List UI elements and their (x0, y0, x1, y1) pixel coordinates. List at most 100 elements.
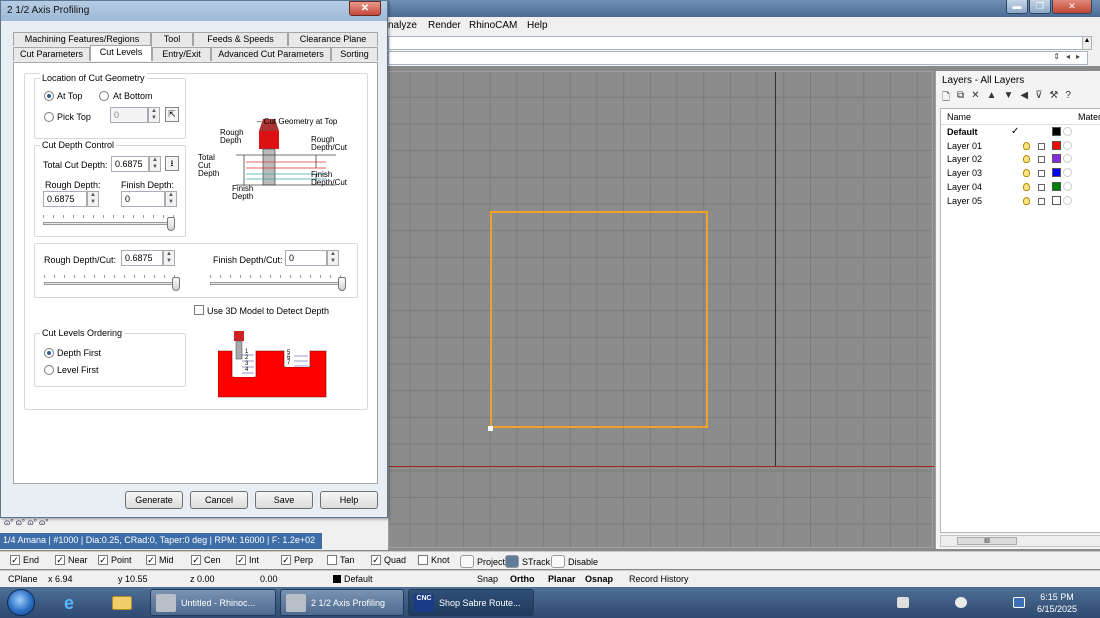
finish-depth-cut-slider[interactable] (210, 271, 346, 291)
command-history[interactable] (388, 36, 1088, 50)
osnap-int[interactable]: ✓ Int (236, 555, 259, 565)
osnap-perp[interactable]: ✓ Perp (281, 555, 313, 565)
visibility-bulb-icon[interactable] (1023, 196, 1030, 205)
osnap-checkbox[interactable]: ✓ (10, 555, 20, 565)
at-bottom-radio[interactable] (99, 91, 109, 101)
slider-thumb[interactable] (167, 217, 175, 231)
toggle-box[interactable] (505, 555, 519, 568)
rough-depth-cut-slider[interactable] (44, 271, 180, 291)
tools-icon[interactable]: ⚒ (1049, 90, 1058, 107)
delete-layer-icon[interactable]: ✕ (971, 90, 979, 107)
visibility-bulb-icon[interactable] (1023, 182, 1030, 191)
unlocked-icon[interactable] (1038, 183, 1045, 191)
toggle-box[interactable] (551, 555, 565, 568)
tab-cut-levels[interactable]: Cut Levels (90, 45, 152, 61)
layer-row[interactable]: Layer 04 (941, 181, 1100, 194)
toggle-box[interactable] (460, 555, 474, 568)
taskbar-rhino[interactable]: Untitled - Rhinoc... (150, 589, 276, 616)
cancel-button[interactable]: Cancel (190, 491, 248, 509)
pick-top-stepper[interactable]: ▲ ▼ (148, 107, 160, 123)
finish-depth-stepper[interactable]: ▲ ▼ (165, 191, 177, 207)
visibility-bulb-icon[interactable] (1023, 155, 1030, 164)
new-layer-icon[interactable]: 🗋 (942, 90, 950, 107)
internet-explorer-pin[interactable]: e (50, 589, 92, 616)
command-scrollbar[interactable]: ▲ (1082, 36, 1092, 50)
rough-depth-field[interactable]: 0.6875 (43, 191, 87, 207)
move-parent-icon[interactable]: ◀ (1020, 90, 1028, 107)
tab-entry-exit[interactable]: Entry/Exit (152, 47, 211, 61)
pick-cursor-icon[interactable]: ⇱ (165, 107, 179, 122)
start-button[interactable] (7, 589, 35, 616)
close-icon[interactable]: ✕ (1052, 0, 1092, 14)
tab-advanced-cut-parameters[interactable]: Advanced Cut Parameters (211, 47, 331, 61)
save-button[interactable]: Save (255, 491, 313, 509)
menu-render[interactable]: Render (428, 20, 461, 31)
osnap-toggle[interactable]: Osnap (585, 574, 613, 584)
osnap-checkbox[interactable]: ✓ (146, 555, 156, 565)
tab-cut-parameters[interactable]: Cut Parameters (13, 47, 90, 61)
column-name[interactable]: Name (947, 112, 971, 122)
snap-toolbar-icons[interactable]: ɷ° ɷ° ɷ° ɷ° (4, 518, 48, 527)
toggle-project[interactable]: Project (460, 555, 505, 568)
tab-sorting[interactable]: Sorting (331, 47, 378, 61)
osnap-end[interactable]: ✓ End (10, 555, 39, 565)
unlocked-icon[interactable] (1038, 156, 1045, 164)
osnap-checkbox[interactable]: ✓ (191, 555, 201, 565)
tab-feeds-speeds[interactable]: Feeds & Speeds (193, 32, 288, 46)
layer-row[interactable]: Layer 02 (941, 153, 1100, 166)
slider-thumb[interactable] (338, 277, 346, 291)
osnap-cen[interactable]: ✓ Cen (191, 555, 221, 565)
rough-depth-stepper[interactable]: ▲ ▼ (87, 191, 99, 207)
tray-device-icon[interactable] (897, 597, 909, 608)
unlocked-icon[interactable] (1038, 170, 1045, 178)
osnap-mid[interactable]: ✓ Mid (146, 555, 174, 565)
layer-color-swatch[interactable] (1052, 195, 1061, 205)
osnap-checkbox[interactable]: ✓ (55, 555, 65, 565)
viewport-tab-arrows[interactable]: ⇕◂▸ (1053, 52, 1086, 61)
pick-top-field[interactable]: 0 (110, 107, 148, 123)
osnap-knot[interactable]: Knot (418, 555, 450, 565)
slider-thumb[interactable] (172, 277, 180, 291)
explorer-pin[interactable] (100, 589, 142, 616)
layer-color-swatch[interactable] (1052, 181, 1061, 191)
dialog-close-button[interactable]: ✕ (349, 1, 381, 16)
toggle-disable[interactable]: Disable (551, 555, 598, 568)
osnap-near[interactable]: ✓ Near (55, 555, 88, 565)
material-circle-icon[interactable] (1063, 154, 1072, 164)
maximize-icon[interactable]: ❐ (1029, 0, 1051, 14)
curve-start-point[interactable] (488, 426, 493, 431)
viewport-top[interactable] (388, 71, 934, 548)
record-history-toggle[interactable]: Record History (629, 574, 689, 584)
command-input[interactable] (388, 51, 1088, 65)
layers-hscrollbar[interactable]: III (940, 535, 1100, 547)
layer-row[interactable]: Layer 03 (941, 167, 1100, 180)
osnap-tan[interactable]: Tan (327, 555, 355, 565)
layer-row[interactable]: Layer 05 (941, 195, 1100, 208)
planar-toggle[interactable]: Planar (548, 574, 576, 584)
depth-first-radio[interactable] (44, 348, 54, 358)
material-circle-icon[interactable] (1063, 168, 1072, 178)
taskbar-shopsabre[interactable]: CNC Shop Sabre Route... (408, 589, 534, 616)
material-circle-icon[interactable] (1063, 127, 1072, 136)
osnap-checkbox[interactable]: ✓ (236, 555, 246, 565)
depth-split-slider[interactable] (43, 211, 175, 231)
column-material[interactable]: Mater (1078, 112, 1100, 122)
osnap-checkbox[interactable]: ✓ (98, 555, 108, 565)
visibility-bulb-icon[interactable] (1023, 169, 1030, 178)
material-circle-icon[interactable] (1063, 140, 1072, 150)
material-circle-icon[interactable] (1063, 181, 1072, 191)
move-down-icon[interactable]: ▼ (1003, 90, 1013, 107)
move-up-icon[interactable]: ▲ (987, 90, 997, 107)
network-icon[interactable] (1013, 597, 1025, 608)
layer-color-swatch[interactable] (1052, 168, 1061, 178)
current-layer[interactable]: Default (333, 574, 373, 584)
menu-analyze[interactable]: nalyze (388, 20, 417, 31)
layer-row[interactable]: Layer 01 (941, 140, 1100, 153)
total-cut-depth-stepper[interactable]: ▲ ▼ (149, 156, 161, 172)
finish-depth-cut-stepper[interactable]: ▲ ▼ (327, 250, 339, 266)
visibility-bulb-icon[interactable] (1023, 141, 1030, 150)
layer-color-swatch[interactable] (1052, 154, 1061, 164)
total-cut-depth-field[interactable]: 0.6875 (111, 156, 149, 172)
finish-depth-cut-field[interactable]: 0 (285, 250, 327, 266)
material-circle-icon[interactable] (1063, 195, 1072, 205)
